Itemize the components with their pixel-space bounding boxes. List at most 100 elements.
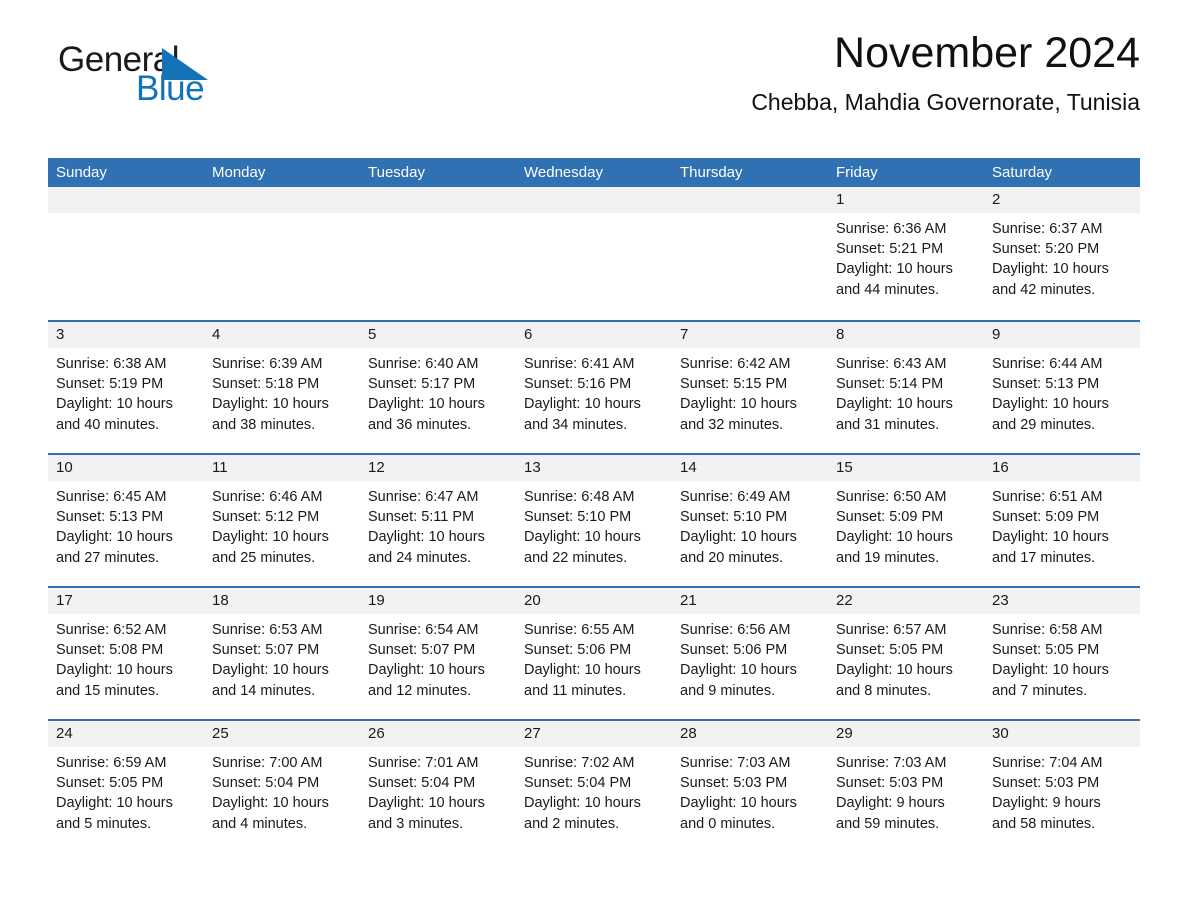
calendar-day-cell[interactable]: 27 Sunrise: 7:02 AM Sunset: 5:04 PM Dayligh… (516, 721, 672, 852)
day-details: Sunrise: 6:42 AM Sunset: 5:15 PM Daylight:… (672, 348, 828, 435)
day-details: Sunrise: 7:03 AM Sunset: 5:03 PM Daylight:… (828, 747, 984, 834)
calendar-day-cell[interactable]: 14 Sunrise: 6:49 AM Sunset: 5:10 PM Dayligh… (672, 455, 828, 586)
title-block: November 2024 Chebba, Mahdia Governorate… (280, 28, 1140, 116)
day-number: 24 (48, 721, 204, 747)
sunrise-text: Sunrise: 7:03 AM (680, 755, 791, 771)
sunset-text: Sunset: 5:05 PM (836, 642, 944, 659)
daylight-text-line1: Daylight: 10 hours (680, 662, 797, 679)
day-number: 10 (48, 455, 204, 481)
day-details: Sunrise: 7:02 AM Sunset: 5:04 PM Daylight:… (516, 747, 672, 834)
calendar-day-cell[interactable]: 21 Sunrise: 6:56 AM Sunset: 5:06 PM Dayligh… (672, 588, 828, 719)
day-details: Sunrise: 6:50 AM Sunset: 5:09 PM Daylight:… (828, 481, 984, 568)
day-number: 29 (828, 721, 984, 747)
sunrise-text: Sunrise: 6:40 AM (368, 356, 479, 372)
calendar-day-cell[interactable]: 6 Sunrise: 6:41 AM Sunset: 5:16 PM Daylight… (516, 322, 672, 453)
calendar-day-cell[interactable]: 20 Sunrise: 6:55 AM Sunset: 5:06 PM Dayligh… (516, 588, 672, 719)
daylight-text-line2: and 0 minutes. (680, 815, 776, 832)
day-details: Sunrise: 6:47 AM Sunset: 5:11 PM Daylight:… (360, 481, 516, 568)
calendar-day-cell[interactable]: 24 Sunrise: 6:59 AM Sunset: 5:05 PM Dayligh… (48, 721, 204, 852)
sunrise-text: Sunrise: 6:49 AM (680, 489, 791, 505)
calendar-week-row: 10 Sunrise: 6:45 AM Sunset: 5:13 PM Dayligh… (48, 453, 1140, 586)
sunset-text: Sunset: 5:14 PM (836, 376, 944, 393)
sunset-text: Sunset: 5:04 PM (524, 775, 632, 792)
calendar-day-cell[interactable]: 4 Sunrise: 6:39 AM Sunset: 5:18 PM Daylight… (204, 322, 360, 453)
calendar-day-cell[interactable]: 11 Sunrise: 6:46 AM Sunset: 5:12 PM Dayligh… (204, 455, 360, 586)
daylight-text-line1: Daylight: 10 hours (524, 662, 641, 679)
calendar-day-cell[interactable]: 12 Sunrise: 6:47 AM Sunset: 5:11 PM Dayligh… (360, 455, 516, 586)
daylight-text-line2: and 58 minutes. (992, 815, 1096, 832)
calendar-day-cell[interactable]: 30 Sunrise: 7:04 AM Sunset: 5:03 PM Dayligh… (984, 721, 1140, 852)
calendar-day-cell[interactable]: 17 Sunrise: 6:52 AM Sunset: 5:08 PM Dayligh… (48, 588, 204, 719)
day-number: 9 (984, 322, 1140, 348)
calendar-day-cell[interactable]: 28 Sunrise: 7:03 AM Sunset: 5:03 PM Dayligh… (672, 721, 828, 852)
daylight-text-line2: and 15 minutes. (56, 682, 160, 699)
day-details: Sunrise: 7:01 AM Sunset: 5:04 PM Daylight:… (360, 747, 516, 834)
calendar-day-cell-empty (516, 187, 672, 320)
calendar-day-cell[interactable]: 9 Sunrise: 6:44 AM Sunset: 5:13 PM Daylight… (984, 322, 1140, 453)
day-details: Sunrise: 6:36 AM Sunset: 5:21 PM Daylight:… (828, 213, 984, 300)
sunset-text: Sunset: 5:17 PM (368, 376, 476, 393)
calendar-day-cell[interactable]: 23 Sunrise: 6:58 AM Sunset: 5:05 PM Dayligh… (984, 588, 1140, 719)
calendar-day-cell[interactable]: 18 Sunrise: 6:53 AM Sunset: 5:07 PM Dayligh… (204, 588, 360, 719)
calendar-day-cell[interactable]: 16 Sunrise: 6:51 AM Sunset: 5:09 PM Dayligh… (984, 455, 1140, 586)
sunrise-text: Sunrise: 6:58 AM (992, 622, 1103, 638)
calendar-day-cell[interactable]: 7 Sunrise: 6:42 AM Sunset: 5:15 PM Daylight… (672, 322, 828, 453)
day-details: Sunrise: 6:40 AM Sunset: 5:17 PM Daylight:… (360, 348, 516, 435)
sunrise-text: Sunrise: 6:47 AM (368, 489, 479, 505)
daylight-text-line2: and 24 minutes. (368, 549, 472, 566)
daylight-text-line1: Daylight: 10 hours (368, 795, 485, 812)
weekday-header-saturday: Saturday (992, 164, 1053, 181)
sunset-text: Sunset: 5:11 PM (368, 509, 475, 526)
day-details: Sunrise: 6:56 AM Sunset: 5:06 PM Daylight:… (672, 614, 828, 701)
sunset-text: Sunset: 5:03 PM (992, 775, 1100, 792)
daylight-text-line1: Daylight: 10 hours (836, 396, 953, 413)
day-number (48, 187, 204, 213)
calendar-day-cell[interactable]: 10 Sunrise: 6:45 AM Sunset: 5:13 PM Dayligh… (48, 455, 204, 586)
day-number: 30 (984, 721, 1140, 747)
calendar-day-cell[interactable]: 1 Sunrise: 6:36 AM Sunset: 5:21 PM Daylight… (828, 187, 984, 320)
calendar-day-cell[interactable]: 5 Sunrise: 6:40 AM Sunset: 5:17 PM Daylight… (360, 322, 516, 453)
calendar-day-cell[interactable]: 29 Sunrise: 7:03 AM Sunset: 5:03 PM Dayligh… (828, 721, 984, 852)
daylight-text-line2: and 17 minutes. (992, 549, 1096, 566)
sunrise-text: Sunrise: 6:41 AM (524, 356, 635, 372)
calendar-day-cell[interactable]: 2 Sunrise: 6:37 AM Sunset: 5:20 PM Daylight… (984, 187, 1140, 320)
calendar-day-cell[interactable]: 15 Sunrise: 6:50 AM Sunset: 5:09 PM Dayligh… (828, 455, 984, 586)
calendar-day-cell[interactable]: 22 Sunrise: 6:57 AM Sunset: 5:05 PM Dayligh… (828, 588, 984, 719)
daylight-text-line1: Daylight: 10 hours (56, 795, 173, 812)
day-details: Sunrise: 7:03 AM Sunset: 5:03 PM Daylight:… (672, 747, 828, 834)
daylight-text-line1: Daylight: 10 hours (56, 529, 173, 546)
daylight-text-line2: and 9 minutes. (680, 682, 776, 699)
day-number (516, 187, 672, 213)
calendar-day-cell[interactable]: 3 Sunrise: 6:38 AM Sunset: 5:19 PM Daylight… (48, 322, 204, 453)
calendar-day-cell[interactable]: 19 Sunrise: 6:54 AM Sunset: 5:07 PM Dayligh… (360, 588, 516, 719)
day-details: Sunrise: 6:46 AM Sunset: 5:12 PM Daylight:… (204, 481, 360, 568)
day-number: 21 (672, 588, 828, 614)
calendar-day-cell[interactable]: 25 Sunrise: 7:00 AM Sunset: 5:04 PM Dayligh… (204, 721, 360, 852)
calendar-day-cell-empty (672, 187, 828, 320)
day-number: 5 (360, 322, 516, 348)
calendar-week-row: 24 Sunrise: 6:59 AM Sunset: 5:05 PM Dayligh… (48, 719, 1140, 852)
sunrise-text: Sunrise: 6:46 AM (212, 489, 323, 505)
day-details (672, 213, 828, 219)
day-number: 16 (984, 455, 1140, 481)
sunrise-text: Sunrise: 6:42 AM (680, 356, 791, 372)
sunset-text: Sunset: 5:09 PM (992, 509, 1100, 526)
calendar-day-cell[interactable]: 13 Sunrise: 6:48 AM Sunset: 5:10 PM Dayligh… (516, 455, 672, 586)
daylight-text-line1: Daylight: 10 hours (524, 795, 641, 812)
day-details: Sunrise: 6:54 AM Sunset: 5:07 PM Daylight:… (360, 614, 516, 701)
sunset-text: Sunset: 5:08 PM (56, 642, 164, 659)
sunset-text: Sunset: 5:21 PM (836, 241, 944, 258)
day-number: 28 (672, 721, 828, 747)
calendar-week-row: 1 Sunrise: 6:36 AM Sunset: 5:21 PM Daylight… (48, 187, 1140, 320)
daylight-text-line2: and 40 minutes. (56, 416, 160, 433)
sunrise-text: Sunrise: 7:04 AM (992, 755, 1103, 771)
daylight-text-line2: and 19 minutes. (836, 549, 940, 566)
day-details: Sunrise: 7:00 AM Sunset: 5:04 PM Daylight:… (204, 747, 360, 834)
calendar-day-cell[interactable]: 26 Sunrise: 7:01 AM Sunset: 5:04 PM Dayligh… (360, 721, 516, 852)
sunrise-text: Sunrise: 7:00 AM (212, 755, 323, 771)
calendar-day-cell[interactable]: 8 Sunrise: 6:43 AM Sunset: 5:14 PM Daylight… (828, 322, 984, 453)
sunset-text: Sunset: 5:10 PM (680, 509, 788, 526)
weekday-header-sunday: Sunday (56, 164, 107, 181)
daylight-text-line2: and 36 minutes. (368, 416, 472, 433)
daylight-text-line1: Daylight: 10 hours (524, 529, 641, 546)
